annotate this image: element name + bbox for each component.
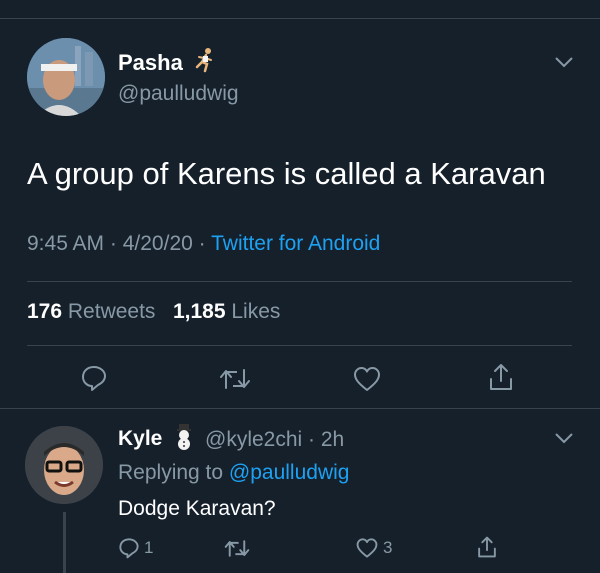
reply-icon[interactable] [80,364,108,392]
tweet-time: 9:45 AM [27,232,105,255]
thread-line [63,512,66,573]
tweet-divider [0,408,600,409]
like-icon [356,538,378,558]
author-handle[interactable]: @paulludwig [118,82,239,106]
retweet-icon[interactable] [219,366,251,392]
reply-author-name[interactable]: Kyle [118,427,162,451]
tweet-source-link[interactable]: Twitter for Android [211,232,380,255]
separator-dot: · [198,232,212,255]
separator-dot: · [302,428,321,451]
chevron-down-icon[interactable] [554,56,574,68]
reply-retweet-action[interactable] [224,538,250,559]
running-person-icon [195,48,212,73]
tweet-text: A group of Karens is called a Karavan [27,156,546,191]
chevron-down-icon[interactable] [554,432,574,444]
like-count: 3 [383,538,393,557]
replying-to-handle[interactable]: @paulludwig [229,461,350,484]
reply-share-action[interactable] [476,535,498,559]
avatar-photo [25,426,103,504]
top-divider [0,18,600,19]
reply-author-avatar[interactable] [25,426,103,504]
replying-to: Replying to @paulludwig [118,461,349,485]
author-name[interactable]: Pasha [118,50,183,76]
reply-meta: @kyle2chi · 2h [205,428,344,452]
reply-text: Dodge Karavan? [118,497,276,520]
retweet-icon [224,540,250,557]
separator-dot: · [109,232,123,255]
like-icon[interactable] [352,365,382,393]
divider [27,281,572,282]
divider [27,345,572,346]
snowman-icon [177,424,191,450]
reply-age[interactable]: 2h [321,428,344,451]
author-avatar[interactable] [27,38,105,116]
share-icon [478,536,496,558]
replying-to-label: Replying to [118,461,224,484]
tweet-date: 4/20/20 [122,232,193,255]
reply-like-action[interactable]: 3 [355,537,392,559]
tweet-meta: 9:45 AM · 4/20/20 · Twitter for Android [27,232,380,256]
avatar-photo [27,38,105,116]
reply-icon [119,538,139,559]
reply-author-handle[interactable]: @kyle2chi [205,428,302,451]
tweet-stats: 176 Retweets 1,185 Likes [27,300,280,324]
reply-count: 1 [144,538,154,557]
share-icon[interactable] [487,362,515,392]
retweets-stat[interactable]: 176 Retweets [27,300,155,323]
likes-stat[interactable]: 1,185 Likes [173,300,280,323]
reply-reply-action[interactable]: 1 [118,537,153,559]
